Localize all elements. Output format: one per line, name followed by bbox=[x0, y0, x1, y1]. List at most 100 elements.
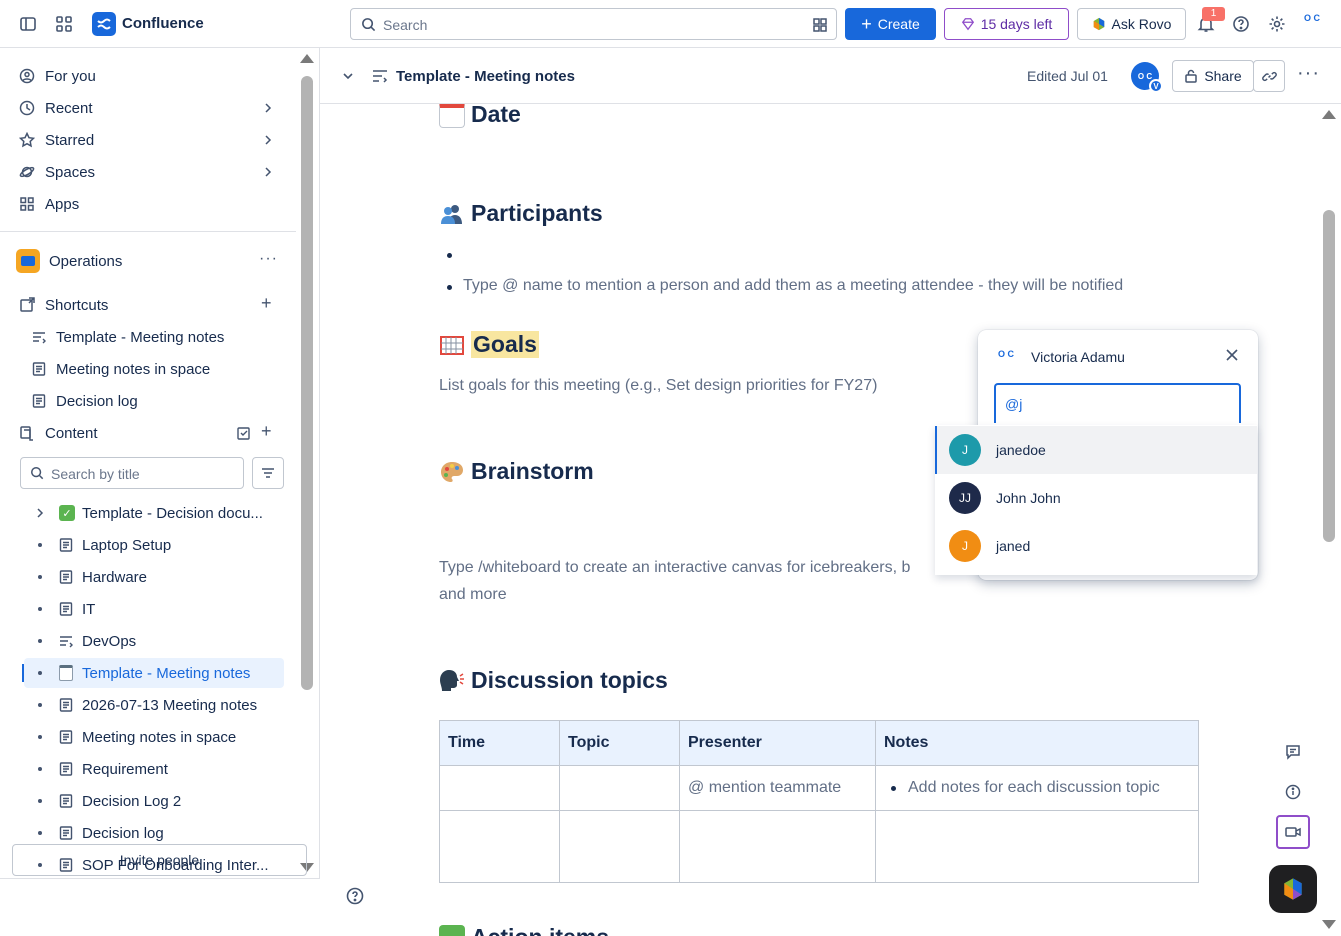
sidebar-scrollbar[interactable] bbox=[301, 76, 313, 690]
shortcut-item[interactable]: Template - Meeting notes bbox=[32, 323, 224, 351]
comments-button[interactable] bbox=[1276, 735, 1310, 769]
page-info-button[interactable] bbox=[1276, 775, 1310, 809]
heading-text: Participants bbox=[471, 200, 603, 226]
page-breadcrumb-title[interactable]: Template - Meeting notes bbox=[396, 68, 575, 85]
heading-action-items[interactable]: Action items bbox=[439, 924, 609, 936]
sidebar-item-label: Apps bbox=[45, 195, 80, 213]
content-header[interactable]: Content bbox=[18, 419, 98, 447]
search-by-title-input[interactable]: Search by title bbox=[20, 457, 244, 489]
more-actions-icon[interactable]: ··· bbox=[1297, 62, 1320, 85]
app-switcher-icon[interactable] bbox=[52, 12, 76, 36]
column-header-time[interactable]: Time bbox=[439, 720, 560, 766]
tree-item-label: Requirement bbox=[82, 760, 168, 778]
chevron-right-icon[interactable] bbox=[261, 165, 275, 179]
trial-button[interactable]: 15 days left bbox=[944, 8, 1069, 40]
heading-goals[interactable]: Goals bbox=[439, 331, 539, 358]
sidebar-item-spaces[interactable]: Spaces bbox=[18, 158, 95, 186]
space-logo-icon bbox=[16, 249, 40, 273]
content-scrollbar[interactable] bbox=[1323, 210, 1335, 542]
tree-item[interactable]: Requirement bbox=[24, 754, 284, 784]
settings-gear-icon[interactable] bbox=[1265, 12, 1289, 36]
tree-item[interactable]: 2026-07-13 Meeting notes bbox=[24, 690, 284, 720]
heading-participants[interactable]: Participants bbox=[439, 200, 603, 227]
heading-date[interactable]: Date bbox=[439, 104, 521, 128]
brainstorm-placeholder-continued[interactable]: and more bbox=[439, 581, 507, 608]
heading-brainstorm[interactable]: Brainstorm bbox=[439, 458, 594, 485]
video-record-button[interactable] bbox=[1276, 815, 1310, 849]
help-icon[interactable] bbox=[346, 887, 364, 905]
scroll-down-arrow-icon[interactable] bbox=[1322, 920, 1336, 929]
sidebar-item-apps[interactable]: Apps bbox=[18, 190, 79, 218]
close-icon[interactable] bbox=[1224, 347, 1240, 363]
table-cell[interactable] bbox=[559, 810, 680, 883]
column-header-notes[interactable]: Notes bbox=[875, 720, 1199, 766]
mention-search-input[interactable]: @j bbox=[994, 383, 1241, 423]
share-button[interactable]: Share bbox=[1172, 60, 1254, 92]
chevron-right-icon[interactable] bbox=[34, 507, 46, 519]
tree-item[interactable]: DevOps bbox=[24, 626, 284, 656]
sidebar-toggle-icon[interactable] bbox=[16, 12, 40, 36]
more-actions-icon[interactable]: ··· bbox=[259, 250, 278, 268]
sidebar-item-starred[interactable]: Starred bbox=[18, 126, 94, 154]
shortcut-item[interactable]: Meeting notes in space bbox=[32, 355, 210, 383]
shortcut-item[interactable]: Decision log bbox=[32, 387, 138, 415]
copy-link-button[interactable] bbox=[1253, 60, 1285, 92]
shortcut-label: Decision log bbox=[56, 392, 138, 410]
ask-rovo-button[interactable]: Ask Rovo bbox=[1077, 8, 1186, 40]
heading-discussion-topics[interactable]: Discussion topics bbox=[439, 667, 668, 694]
page-icon bbox=[32, 362, 46, 376]
collaborator-avatar[interactable]: O C V bbox=[1131, 62, 1163, 93]
filter-button[interactable] bbox=[252, 457, 284, 489]
create-button[interactable]: + Create bbox=[845, 8, 936, 40]
ask-rovo-label: Ask Rovo bbox=[1111, 16, 1172, 32]
participants-placeholder[interactable]: Type @ name to mention a person and add … bbox=[446, 277, 1123, 295]
mention-suggestion-item[interactable]: JJ John John bbox=[935, 474, 1257, 522]
table-cell[interactable] bbox=[439, 765, 560, 811]
bulk-edit-icon[interactable] bbox=[236, 425, 252, 441]
scroll-up-arrow-icon[interactable] bbox=[300, 54, 314, 63]
shortcuts-header[interactable]: Shortcuts bbox=[18, 291, 108, 319]
notes-cell[interactable]: Add notes for each discussion topic bbox=[875, 765, 1199, 811]
tree-item[interactable]: Laptop Setup bbox=[24, 530, 284, 560]
page-icon bbox=[59, 826, 73, 840]
rovo-icon bbox=[1093, 17, 1104, 31]
column-header-presenter[interactable]: Presenter bbox=[679, 720, 876, 766]
table-cell[interactable] bbox=[559, 765, 680, 811]
sidebar-item-recent[interactable]: Recent bbox=[18, 94, 93, 122]
search-input[interactable]: Search bbox=[350, 8, 837, 40]
table-cell[interactable] bbox=[875, 810, 1199, 883]
chevron-down-icon[interactable] bbox=[342, 70, 354, 82]
sidebar-footer bbox=[0, 878, 320, 936]
chevron-right-icon[interactable] bbox=[261, 101, 275, 115]
scroll-up-arrow-icon[interactable] bbox=[1322, 110, 1336, 119]
mention-suggestion-item[interactable]: J janed bbox=[935, 522, 1257, 570]
chevron-right-icon[interactable] bbox=[261, 133, 275, 147]
tree-item[interactable]: Hardware bbox=[24, 562, 284, 592]
tree-item[interactable]: IT bbox=[24, 594, 284, 624]
edited-timestamp[interactable]: Edited Jul 01 bbox=[1027, 68, 1108, 84]
search-filter-icon[interactable] bbox=[812, 17, 828, 33]
bullet bbox=[38, 767, 42, 771]
product-name[interactable]: Confluence bbox=[122, 15, 204, 32]
tree-item-active[interactable]: Template - Meeting notes bbox=[22, 658, 284, 688]
table-cell[interactable] bbox=[679, 810, 876, 883]
add-shortcut-plus-icon[interactable]: + bbox=[261, 293, 272, 314]
tree-item[interactable]: Meeting notes in space bbox=[24, 722, 284, 752]
table-cell[interactable] bbox=[439, 810, 560, 883]
space-item-operations[interactable]: Operations bbox=[16, 247, 122, 275]
rovo-chat-button[interactable] bbox=[1269, 865, 1317, 913]
profile-avatar[interactable]: O C bbox=[1300, 13, 1324, 35]
tree-item[interactable]: Decision Log 2 bbox=[24, 786, 284, 816]
discussion-topics-table[interactable]: Time Topic Presenter Notes @ mention tea… bbox=[439, 720, 1199, 883]
help-icon[interactable] bbox=[1229, 12, 1253, 36]
column-header-topic[interactable]: Topic bbox=[559, 720, 680, 766]
add-content-plus-icon[interactable]: + bbox=[261, 421, 272, 442]
presenter-placeholder-cell[interactable]: @ mention teammate bbox=[679, 765, 876, 811]
tree-item[interactable]: ✓ Template - Decision docu... bbox=[24, 498, 284, 528]
mention-suggestion-item[interactable]: J janedoe bbox=[935, 426, 1257, 474]
invite-people-button[interactable]: Invite people bbox=[12, 844, 307, 876]
brainstorm-placeholder[interactable]: Type /whiteboard to create an interactiv… bbox=[439, 554, 910, 581]
confluence-logo-icon[interactable] bbox=[92, 12, 116, 36]
sidebar-item-for-you[interactable]: For you bbox=[18, 62, 96, 90]
goals-placeholder[interactable]: List goals for this meeting (e.g., Set d… bbox=[439, 372, 877, 399]
